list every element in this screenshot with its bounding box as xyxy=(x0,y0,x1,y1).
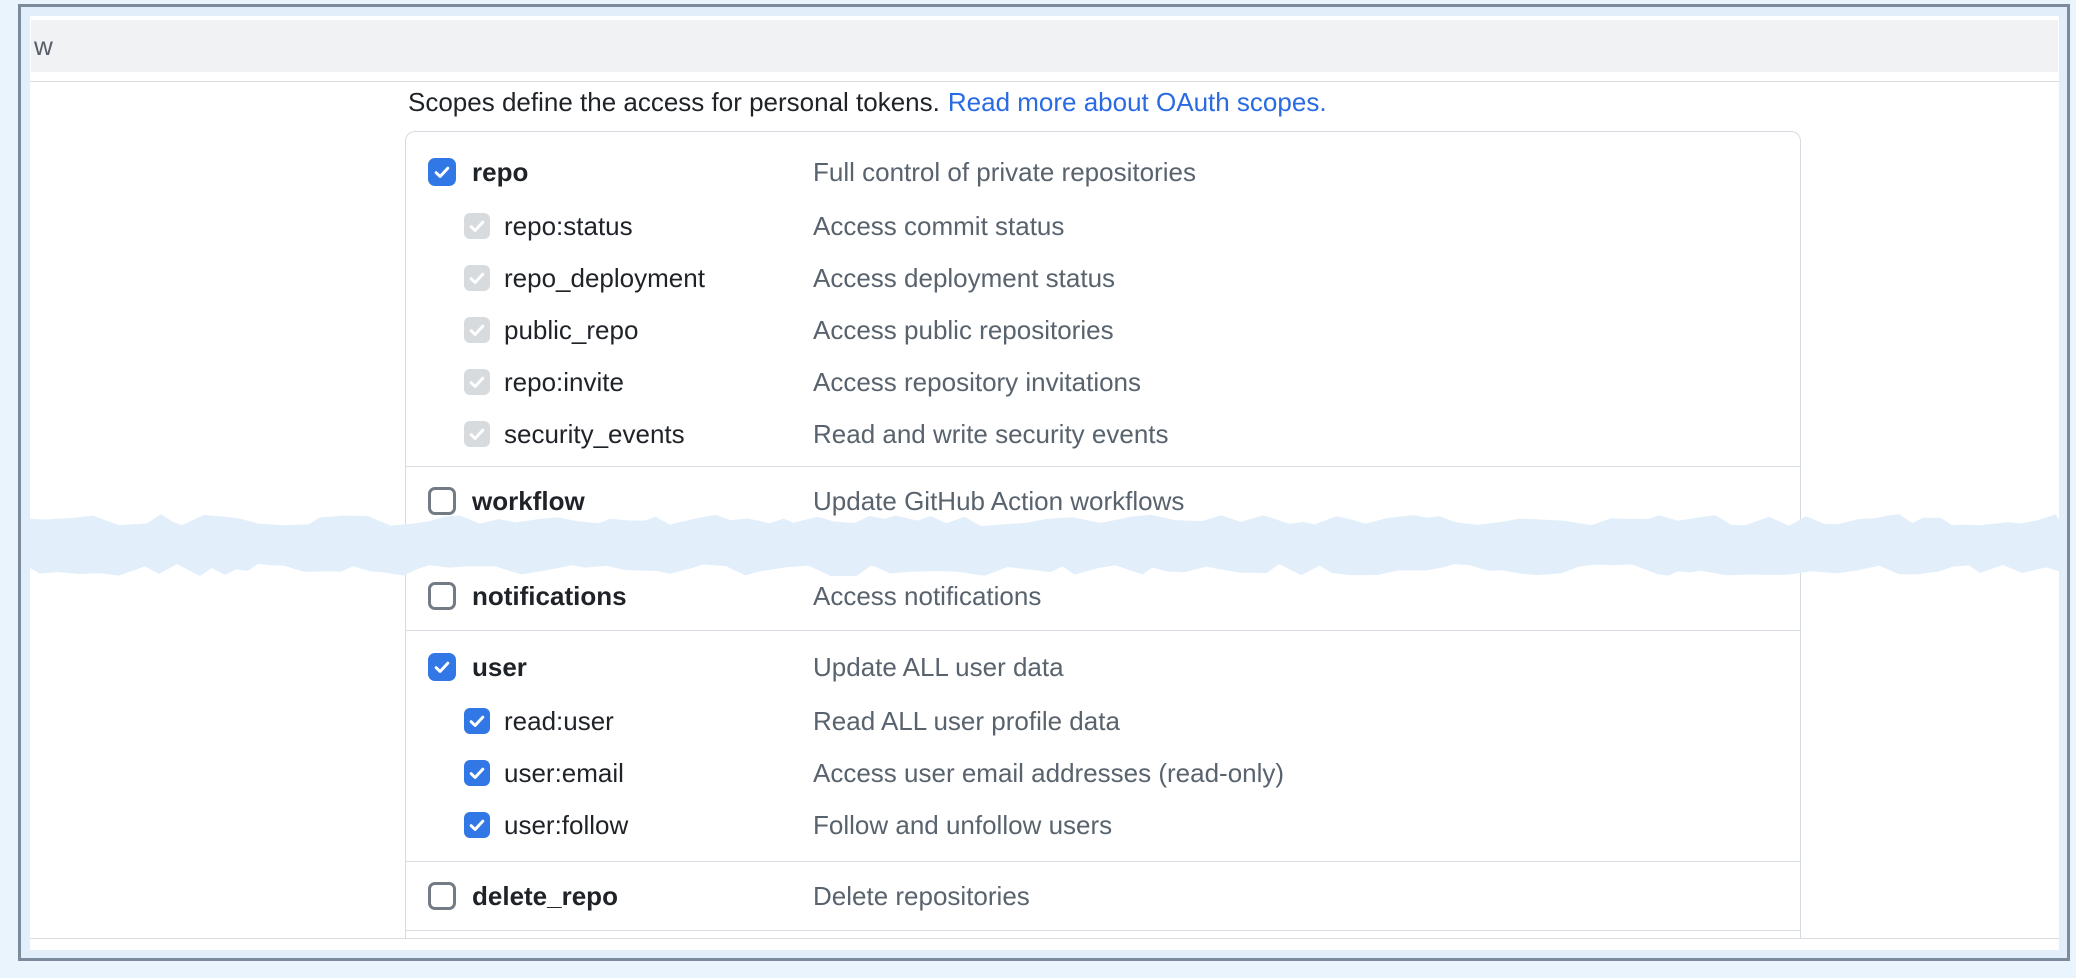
scope-desc: Full control of private repositories xyxy=(813,157,1196,188)
scope-group: workflow Update GitHub Action workflows xyxy=(406,467,1800,536)
checkbox-repo_deployment xyxy=(464,265,490,291)
checkbox-repo[interactable] xyxy=(428,158,456,186)
scope-label: repo:invite xyxy=(504,367,624,398)
checkbox-workflow[interactable] xyxy=(428,487,456,515)
scope-desc: Update ALL user data xyxy=(813,652,1064,683)
scope-row-repo_deployment: repo_deployment Access deployment status xyxy=(406,252,1800,304)
scope-desc: Update GitHub Action workflows xyxy=(813,486,1184,517)
checkbox-delete_repo[interactable] xyxy=(428,882,456,910)
check-icon xyxy=(468,712,486,730)
topbar-field[interactable]: w xyxy=(31,20,2058,72)
checkbox-read:user[interactable] xyxy=(464,708,490,734)
checkbox-notifications[interactable] xyxy=(428,582,456,610)
checkbox-user:email[interactable] xyxy=(464,760,490,786)
scope-group: notifications Access notifications xyxy=(406,562,1800,631)
scope-desc: Follow and unfollow users xyxy=(813,810,1112,841)
topbar-divider xyxy=(30,81,2059,82)
scope-desc: Access repository invitations xyxy=(813,367,1141,398)
scope-group: repo Full control of private repositories… xyxy=(406,132,1800,467)
scopes-intro: Scopes define the access for personal to… xyxy=(408,87,1327,118)
check-icon xyxy=(468,269,486,287)
scope-row-user:follow: user:follow Follow and unfollow users xyxy=(406,799,1800,851)
intro-text: Scopes define the access for personal to… xyxy=(408,87,940,117)
scope-desc: Access commit status xyxy=(813,211,1064,242)
scope-label: repo xyxy=(472,157,528,188)
scope-row-delete_repo: delete_repo Delete repositories xyxy=(406,868,1800,924)
scope-desc: Access deployment status xyxy=(813,263,1115,294)
scope-label: read:user xyxy=(504,706,614,737)
scope-label: user xyxy=(472,652,527,683)
page-bottom-divider xyxy=(30,938,2059,939)
scope-desc: Access notifications xyxy=(813,581,1041,612)
scope-label: public_repo xyxy=(504,315,638,346)
scope-label: security_events xyxy=(504,419,685,450)
oauth-scopes-link[interactable]: Read more about OAuth scopes. xyxy=(948,87,1327,117)
scope-desc: Read ALL user profile data xyxy=(813,706,1120,737)
page: w Scopes define the access for personal … xyxy=(30,16,2059,950)
checkbox-security_events xyxy=(464,421,490,447)
checkbox-public_repo xyxy=(464,317,490,343)
scope-row-read:user: read:user Read ALL user profile data xyxy=(406,695,1800,747)
check-icon xyxy=(468,425,486,443)
scope-row-user: user Update ALL user data xyxy=(406,639,1800,695)
scope-label: notifications xyxy=(472,581,627,612)
scope-group: delete_repo Delete repositories xyxy=(406,862,1800,931)
checkbox-repo:invite xyxy=(464,369,490,395)
scope-row-user:email: user:email Access user email addresses (r… xyxy=(406,747,1800,799)
check-icon xyxy=(468,764,486,782)
scope-row-repo: repo Full control of private repositories xyxy=(406,144,1800,200)
browser-window-frame: w Scopes define the access for personal … xyxy=(18,4,2070,961)
check-icon xyxy=(468,321,486,339)
checkbox-user[interactable] xyxy=(428,653,456,681)
scope-label: workflow xyxy=(472,486,585,517)
scope-row-security_events: security_events Read and write security e… xyxy=(406,408,1800,460)
check-icon xyxy=(468,816,486,834)
scope-label: repo:status xyxy=(504,211,633,242)
scope-row-workflow: workflow Update GitHub Action workflows xyxy=(406,473,1800,529)
scope-row-repo:invite: repo:invite Access repository invitations xyxy=(406,356,1800,408)
scope-desc: Access user email addresses (read-only) xyxy=(813,758,1284,789)
scopes-box: repo Full control of private repositories… xyxy=(405,131,1801,938)
scope-group: user Update ALL user data read:user Read AL… xyxy=(406,631,1800,862)
check-icon xyxy=(433,163,451,181)
scope-desc: Access public repositories xyxy=(813,315,1114,346)
scope-desc: Delete repositories xyxy=(813,881,1030,912)
checkbox-repo:status xyxy=(464,213,490,239)
check-icon xyxy=(433,658,451,676)
scope-label: repo_deployment xyxy=(504,263,705,294)
scope-row-notifications: notifications Access notifications xyxy=(406,568,1800,624)
scope-desc: Read and write security events xyxy=(813,419,1169,450)
scope-label: delete_repo xyxy=(472,881,618,912)
check-icon xyxy=(468,217,486,235)
scope-row-public_repo: public_repo Access public repositories xyxy=(406,304,1800,356)
checkbox-user:follow[interactable] xyxy=(464,812,490,838)
check-icon xyxy=(468,373,486,391)
scope-label: user:follow xyxy=(504,810,628,841)
scope-label: user:email xyxy=(504,758,624,789)
scope-row-repo:status: repo:status Access commit status xyxy=(406,200,1800,252)
torn-band-spacer xyxy=(406,536,1800,562)
